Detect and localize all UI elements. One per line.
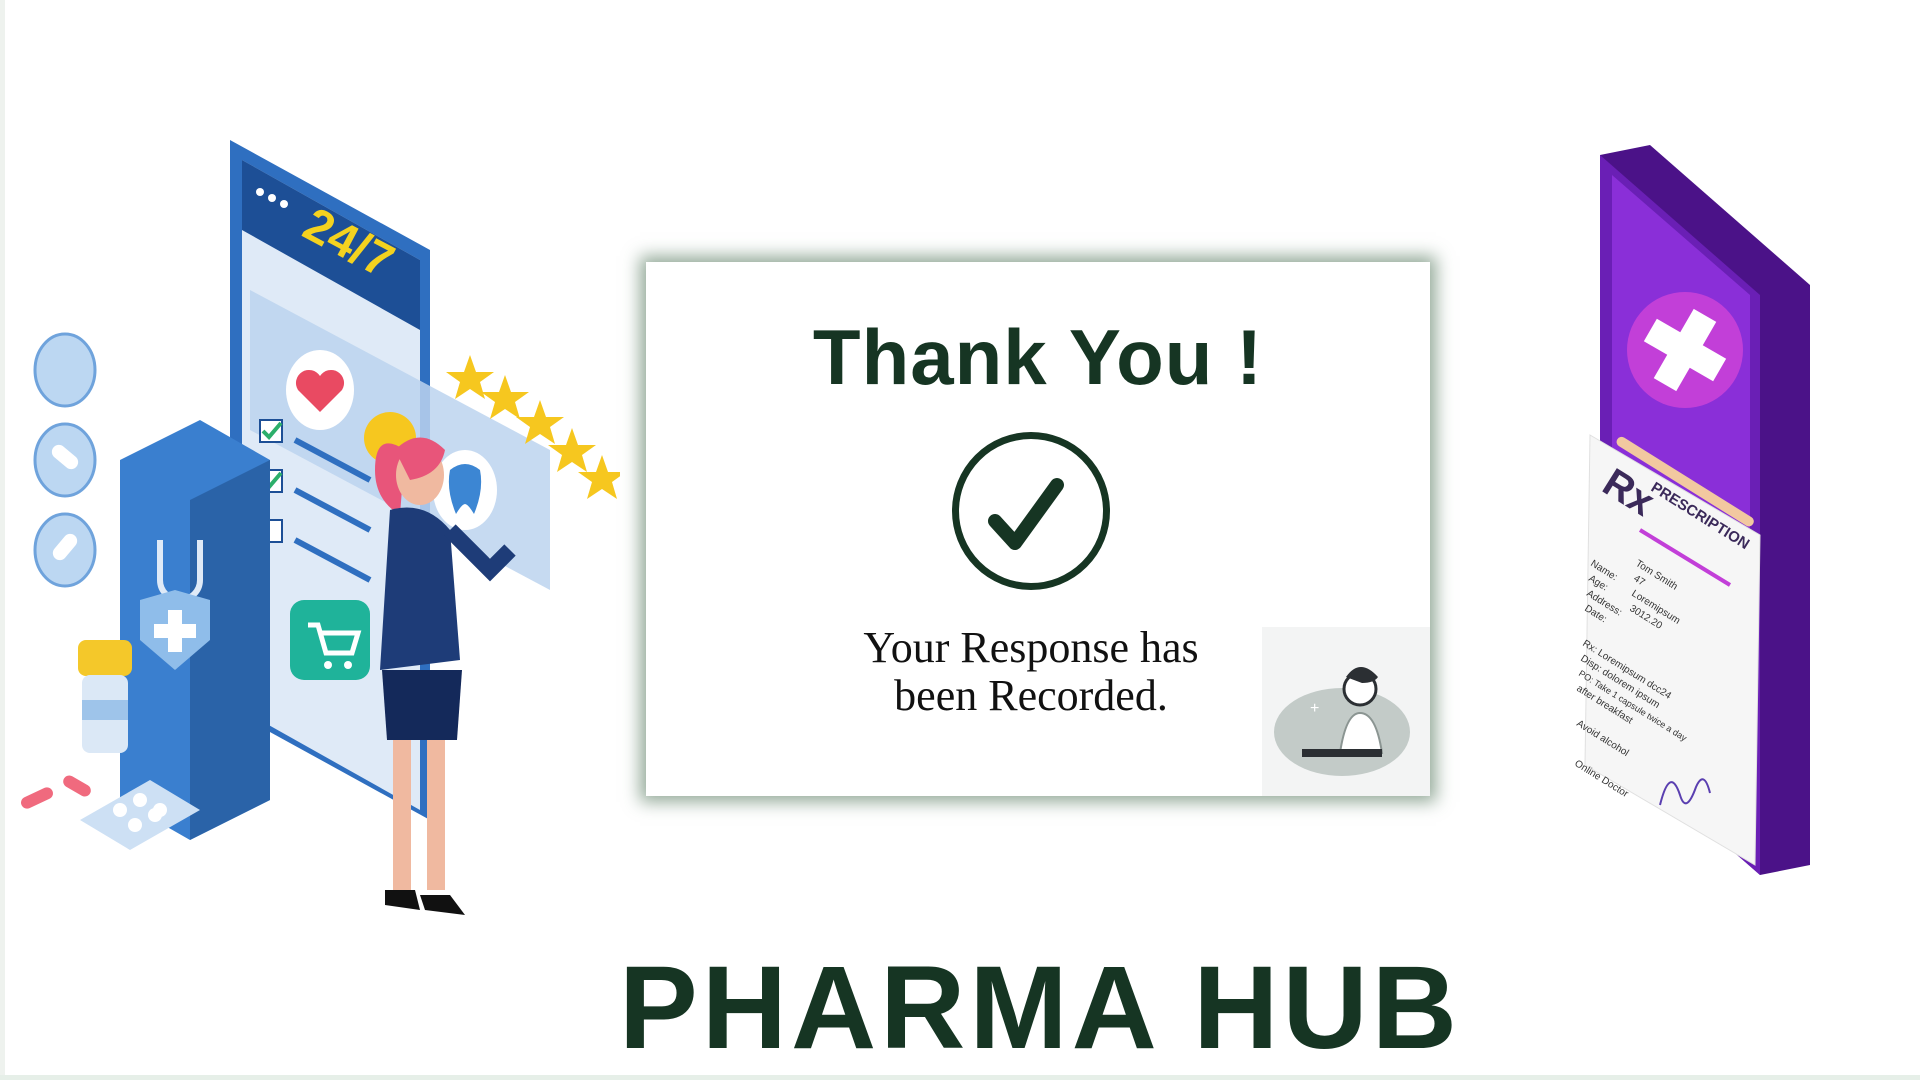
thank-you-page: 24/7 Thank You ! Your Response has been … [0,0,1920,1080]
brand-wrapper: PHARMA HUB [0,0,1920,1080]
brand-title: PHARMA HUB [619,942,1461,1074]
bottom-edge-strip [0,1075,1920,1080]
